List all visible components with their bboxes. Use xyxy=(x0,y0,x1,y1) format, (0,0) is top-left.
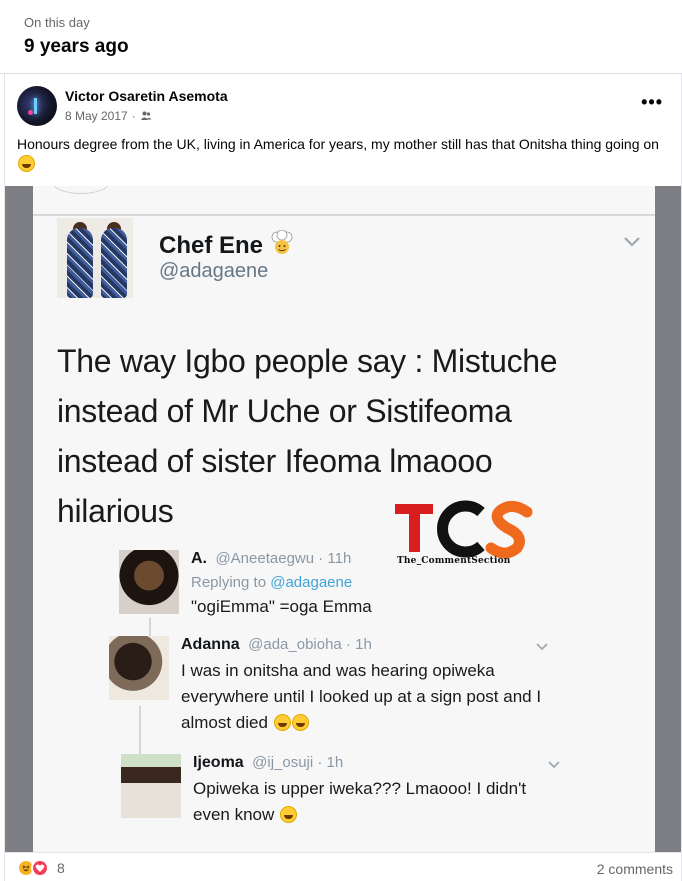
replying-to-handle: @adagaene xyxy=(270,574,353,591)
love-reaction-icon xyxy=(31,859,49,877)
laughing-emoji-icon xyxy=(291,714,309,731)
reaction-count[interactable]: 8 xyxy=(57,860,65,876)
friends-icon xyxy=(140,111,152,120)
replying-to: Replying to @adagaene xyxy=(191,574,352,591)
reply-avatar xyxy=(119,550,179,614)
chevron-down-icon xyxy=(548,761,560,769)
reply-name: A. xyxy=(191,550,207,567)
replying-to-prefix: Replying to xyxy=(191,574,271,591)
reply-header: Ijeoma @ij_osuji · 1h xyxy=(193,754,343,772)
thread-line xyxy=(139,706,141,760)
author-avatar[interactable] xyxy=(17,86,57,126)
memory-label: On this day xyxy=(24,15,90,30)
chevron-down-icon xyxy=(624,237,640,247)
post-date[interactable]: 8 May 2017 xyxy=(65,109,128,123)
laughing-emoji-icon xyxy=(280,806,298,823)
tweet-screenshot: Chef Ene @adagaene The way Igbo people s… xyxy=(33,186,655,852)
chef-hat-emoji-icon xyxy=(271,229,293,254)
reply-avatar xyxy=(121,754,181,818)
reply-handle: @ij_osuji · 1h xyxy=(252,754,344,771)
chef-ene-avatar xyxy=(57,218,133,298)
reply-header: Adanna @ada_obioha · 1h xyxy=(181,636,372,654)
post-footer: 8 2 comments xyxy=(5,852,681,881)
reply-text-content: I was in onitsha and was hearing opiweka… xyxy=(181,661,542,732)
reply-text: "ogiEmma" =oga Emma xyxy=(191,597,372,616)
thread-line xyxy=(149,618,151,636)
photo-border-right xyxy=(655,186,681,852)
post-meta: 8 May 2017 · xyxy=(65,109,152,123)
reply-name: Adanna xyxy=(181,636,240,653)
comments-count-link[interactable]: 2 comments xyxy=(597,861,673,877)
reply-name: Ijeoma xyxy=(193,754,244,771)
tweet-divider xyxy=(33,214,655,216)
meta-separator: · xyxy=(131,109,136,123)
more-options-button[interactable]: ••• xyxy=(641,92,663,113)
reply-aneetaegwu: A. @Aneetaegwu · 11h Replying to @adagae… xyxy=(119,550,599,630)
reply-text-content: Opiweka is upper iweka??? Lmaooo! I didn… xyxy=(193,779,527,824)
reply-avatar xyxy=(109,636,169,700)
photo-border-left xyxy=(5,186,33,852)
reply-text: Opiweka is upper iweka??? Lmaooo! I didn… xyxy=(193,776,553,828)
reply-ijeoma: Ijeoma @ij_osuji · 1h Opiweka is upper i… xyxy=(121,754,601,844)
tweet-author-handle: @adagaene xyxy=(159,260,269,282)
post-card: Victor Osaretin Asemota 8 May 2017 · •••… xyxy=(4,74,682,881)
memory-header: On this day 9 years ago xyxy=(0,0,682,74)
tweet-author-name: Chef Ene xyxy=(159,229,294,260)
reply-header: A. @Aneetaegwu · 11h xyxy=(191,550,351,568)
post-caption: Honours degree from the UK, living in Am… xyxy=(17,134,667,174)
reactions-summary[interactable]: 8 xyxy=(17,859,65,877)
reply-adanna: Adanna @ada_obioha · 1h I was in onitsha… xyxy=(109,636,629,746)
memory-title: 9 years ago xyxy=(24,36,129,57)
reply-handle: @ada_obioha · 1h xyxy=(248,636,372,653)
post-photo[interactable]: Chef Ene @adagaene The way Igbo people s… xyxy=(5,186,681,852)
tweet-author-name-text: Chef Ene xyxy=(159,232,264,259)
chevron-down-icon xyxy=(536,643,548,651)
reply-text: I was in onitsha and was hearing opiweka… xyxy=(181,658,581,736)
laughing-emoji-icon xyxy=(273,714,291,731)
previous-tweet-edge xyxy=(53,186,109,194)
reply-handle: @Aneetaegwu · 11h xyxy=(215,550,352,567)
author-name[interactable]: Victor Osaretin Asemota xyxy=(65,88,228,104)
smile-emoji-icon xyxy=(18,155,35,172)
caption-text: Honours degree from the UK, living in Am… xyxy=(17,136,659,152)
